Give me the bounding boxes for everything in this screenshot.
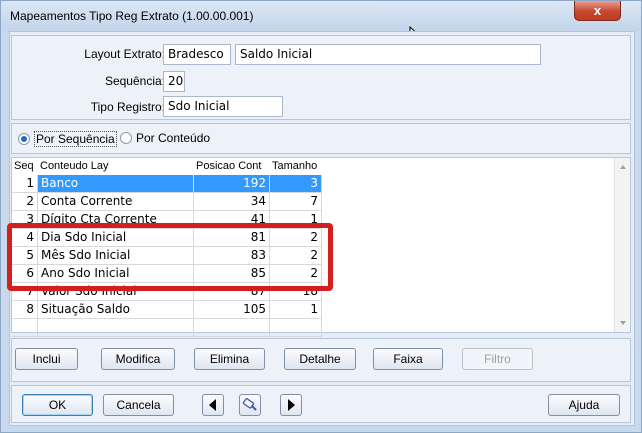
inclui-button[interactable]: Inclui [15, 348, 78, 370]
cell-empty [12, 319, 38, 337]
table-row[interactable]: 1 Banco 192 3 [12, 175, 322, 193]
cell-seq: 1 [12, 175, 38, 193]
highlight-box [7, 223, 333, 291]
cell-empty [38, 319, 194, 337]
ajuda-button[interactable]: Ajuda [548, 394, 620, 416]
radio-por-conteudo[interactable]: Por Conteúdo [120, 131, 210, 145]
cell-conteudo: Banco [38, 175, 194, 193]
scroll-down-icon[interactable] [615, 317, 631, 329]
col-header-posicao[interactable]: Posicao Cont [194, 158, 270, 175]
header-panel: Layout Extrato: Bradesco Saldo Inicial S… [11, 35, 631, 120]
cell-empty [270, 319, 322, 337]
cell-posicao: 105 [194, 301, 270, 319]
elimina-button[interactable]: Elimina [194, 348, 265, 370]
dialog-window: Mapeamentos Tipo Reg Extrato (1.00.00.00… [0, 0, 642, 433]
radio-por-sequencia-label: Por Sequência [34, 131, 117, 147]
cell-tamanho: 7 [270, 193, 322, 211]
col-header-conteudo[interactable]: Conteudo Lay [38, 158, 192, 175]
radio-selected-icon [18, 133, 30, 145]
order-panel: Por Sequência Por Conteúdo [11, 123, 631, 154]
radio-unselected-icon [120, 132, 132, 144]
empty-row [12, 319, 322, 337]
cell-empty [194, 319, 270, 337]
next-record-button[interactable] [280, 394, 302, 416]
search-record-button[interactable] [239, 394, 261, 416]
cell-tamanho: 3 [270, 175, 322, 193]
triangle-right-icon [288, 399, 295, 411]
sequence-label: Sequência: [104, 74, 165, 88]
sequence-field[interactable]: 20 [163, 71, 185, 92]
scroll-up-icon[interactable] [615, 161, 631, 173]
tipo-registro-label: Tipo Registro: [90, 100, 165, 114]
cell-seq: 8 [12, 301, 38, 319]
flashlight-icon [242, 398, 257, 411]
triangle-left-icon [209, 399, 216, 411]
layout-description-field[interactable]: Saldo Inicial [235, 44, 541, 65]
radio-por-sequencia[interactable]: Por Sequência [18, 131, 117, 147]
table-row[interactable]: 2 Conta Corrente 34 7 [12, 193, 322, 211]
filtro-button: Filtro [462, 348, 533, 370]
cell-posicao: 34 [194, 193, 270, 211]
grid-header: Seq Conteudo Lay Posicao Cont Tamanho [12, 158, 616, 175]
detalhe-button[interactable]: Detalhe [284, 348, 356, 370]
radio-por-conteudo-label: Por Conteúdo [136, 131, 211, 145]
tipo-registro-field[interactable]: Sdo Inicial [163, 96, 283, 117]
cell-tamanho: 1 [270, 301, 322, 319]
cell-seq: 2 [12, 193, 38, 211]
modifica-button[interactable]: Modifica [101, 348, 175, 370]
grid-scrollbar[interactable] [614, 158, 630, 332]
cell-conteudo: Conta Corrente [38, 193, 194, 211]
layout-code-field[interactable]: Bradesco [163, 44, 231, 65]
ok-button[interactable]: OK [22, 394, 93, 416]
col-header-tamanho[interactable]: Tamanho [270, 158, 322, 175]
faixa-button[interactable]: Faixa [373, 348, 443, 370]
layout-label: Layout Extrato: [84, 47, 165, 61]
cell-posicao: 192 [194, 175, 270, 193]
cancela-button[interactable]: Cancela [103, 394, 174, 416]
table-row[interactable]: 8 Situação Saldo 105 1 [12, 301, 322, 319]
cell-conteudo: Situação Saldo [38, 301, 194, 319]
title-bar[interactable]: Mapeamentos Tipo Reg Extrato (1.00.00.00… [1, 1, 641, 31]
close-button[interactable]: x [574, 1, 621, 21]
window-title: Mapeamentos Tipo Reg Extrato (1.00.00.00… [10, 9, 254, 23]
col-header-seq[interactable]: Seq [12, 158, 38, 175]
previous-record-button[interactable] [202, 394, 224, 416]
